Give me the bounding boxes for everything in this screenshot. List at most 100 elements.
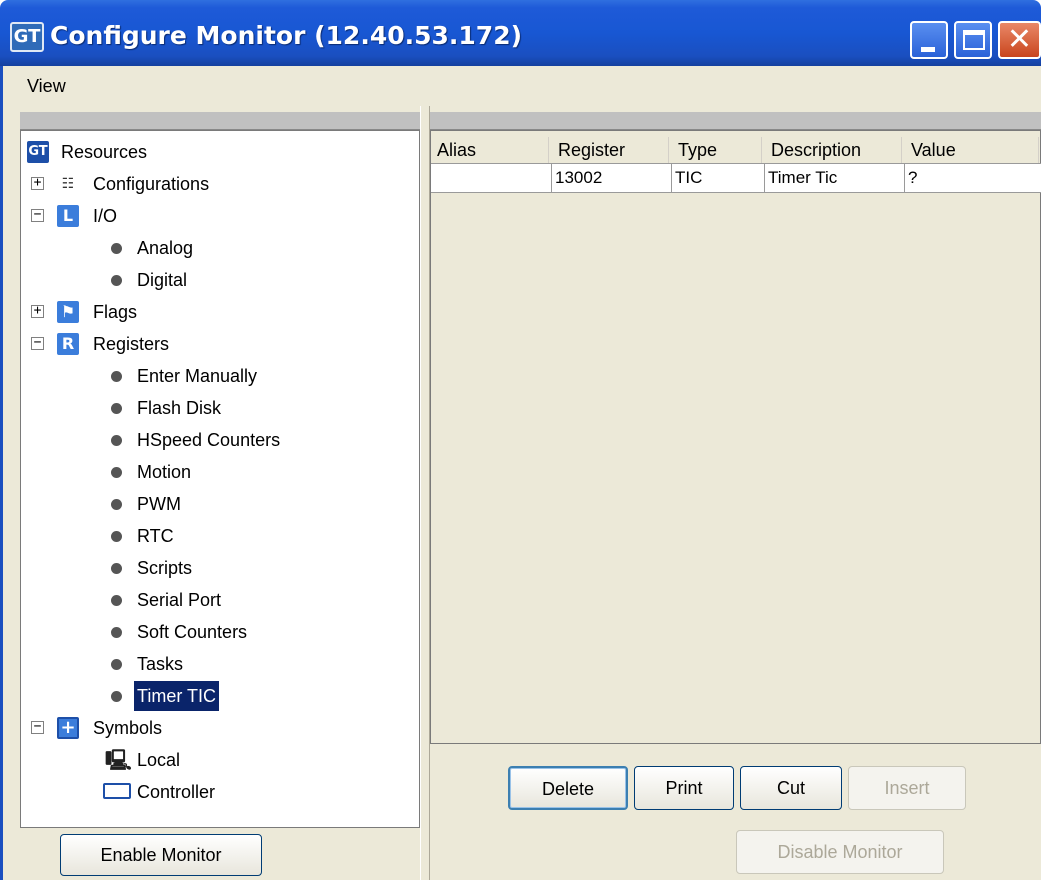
- tree-item-label: RTC: [137, 526, 174, 546]
- bullet-icon: [111, 467, 122, 478]
- bullet-icon: [111, 595, 122, 606]
- menu-bar: View: [0, 66, 1041, 106]
- bullet-icon: [111, 435, 122, 446]
- cell-description[interactable]: Timer Tic: [765, 164, 905, 192]
- enable-monitor-button[interactable]: Enable Monitor: [60, 834, 262, 876]
- panel-splitter[interactable]: [420, 106, 430, 880]
- bullet-icon: [111, 403, 122, 414]
- window-title: Configure Monitor (12.40.53.172): [50, 21, 523, 50]
- io-icon: L: [57, 205, 79, 227]
- print-button[interactable]: Print: [634, 766, 734, 810]
- cell-type[interactable]: TIC: [672, 164, 765, 192]
- bullet-icon: [111, 691, 122, 702]
- bullet-icon: [111, 659, 122, 670]
- cell-value[interactable]: ?: [905, 164, 1040, 192]
- tree-item-rtc[interactable]: RTC: [27, 521, 327, 551]
- tree-item-enter-manually[interactable]: Enter Manually: [27, 361, 327, 391]
- tree-item-label: Flags: [93, 302, 138, 322]
- tree-item-digital[interactable]: Digital: [27, 265, 327, 295]
- tree-item-label: Controller: [137, 782, 216, 802]
- maximize-button[interactable]: [954, 21, 992, 59]
- close-icon: ✕: [1006, 22, 1033, 57]
- tree-item-analog[interactable]: Analog: [27, 233, 327, 263]
- title-bar[interactable]: GT Configure Monitor (12.40.53.172) ✕: [0, 0, 1041, 66]
- tree-item-local[interactable]: 🖳 Local: [27, 745, 327, 775]
- tree-item-registers[interactable]: − R Registers: [27, 329, 327, 359]
- flag-icon: ⚑: [57, 301, 79, 323]
- controller-icon: [103, 783, 131, 799]
- tree-item-label: Enter Manually: [137, 366, 258, 386]
- tree-item-flags[interactable]: + ⚑ Flags: [27, 297, 327, 327]
- tree-item-label: Soft Counters: [137, 622, 248, 642]
- tree-item-label: Digital: [137, 270, 188, 290]
- tree-item-hspeed-counters[interactable]: HSpeed Counters: [27, 425, 327, 455]
- bullet-icon: [111, 371, 122, 382]
- tree-item-motion[interactable]: Motion: [27, 457, 327, 487]
- bullet-icon: [111, 563, 122, 574]
- tree-item-symbols[interactable]: − + Symbols: [27, 713, 327, 743]
- table-header-strip: [430, 112, 1041, 130]
- collapse-icon[interactable]: −: [31, 336, 44, 350]
- collapse-icon[interactable]: −: [31, 720, 44, 734]
- bullet-icon: [111, 243, 122, 254]
- configurations-icon: ☷: [57, 173, 79, 195]
- bullet-icon: [111, 627, 122, 638]
- bullet-icon: [111, 531, 122, 542]
- tree-item-label: Symbols: [93, 718, 163, 738]
- tree-item-label: Flash Disk: [137, 398, 222, 418]
- registers-icon: R: [57, 333, 79, 355]
- tree-item-pwm[interactable]: PWM: [27, 489, 327, 519]
- register-table[interactable]: Alias Register Type Description Value 13…: [430, 130, 1041, 744]
- expand-icon[interactable]: +: [31, 176, 44, 190]
- expand-icon[interactable]: +: [31, 304, 44, 318]
- tree-item-scripts[interactable]: Scripts: [27, 553, 327, 583]
- tree-item-label-selected: Timer TIC: [134, 681, 219, 711]
- tree-item-label: Tasks: [137, 654, 184, 674]
- tree-item-tasks[interactable]: Tasks: [27, 649, 327, 679]
- insert-button[interactable]: Insert: [848, 766, 966, 810]
- tree-item-label: HSpeed Counters: [137, 430, 281, 450]
- table-row[interactable]: 13002 TIC Timer Tic ?: [431, 163, 1041, 193]
- symbols-icon: +: [57, 717, 79, 739]
- menu-view[interactable]: View: [27, 76, 66, 97]
- table-header: Alias Register Type Description Value: [431, 137, 1041, 163]
- tree-item-configurations[interactable]: + ☷ Configurations: [27, 169, 327, 199]
- close-button[interactable]: ✕: [998, 21, 1041, 59]
- column-header-description[interactable]: Description: [765, 137, 902, 163]
- collapse-icon[interactable]: −: [31, 208, 44, 222]
- computer-icon: 🖳: [105, 748, 132, 772]
- tree-item-label: Analog: [137, 238, 194, 258]
- bullet-icon: [111, 499, 122, 510]
- column-header-register[interactable]: Register: [552, 137, 669, 163]
- tree-item-resources[interactable]: GT Resources: [27, 137, 327, 167]
- tree-item-soft-counters[interactable]: Soft Counters: [27, 617, 327, 647]
- delete-button[interactable]: Delete: [508, 766, 628, 810]
- tree-item-label: Local: [137, 750, 181, 770]
- minimize-button[interactable]: [910, 21, 948, 59]
- tree-item-label: PWM: [137, 494, 181, 514]
- tree-item-label: Serial Port: [137, 590, 222, 610]
- tree-item-label: I/O: [93, 206, 118, 226]
- tree-item-timer-tic[interactable]: Timer TIC: [27, 681, 327, 711]
- column-header-type[interactable]: Type: [672, 137, 762, 163]
- app-logo-icon: GT: [10, 22, 44, 52]
- tree-item-flash-disk[interactable]: Flash Disk: [27, 393, 327, 423]
- bullet-icon: [111, 275, 122, 286]
- tree-header-strip: [20, 112, 420, 130]
- tree-item-label: Registers: [93, 334, 170, 354]
- tree-item-label: Motion: [137, 462, 192, 482]
- cell-register[interactable]: 13002: [552, 164, 672, 192]
- column-header-value[interactable]: Value: [905, 137, 1039, 163]
- tree-item-controller[interactable]: Controller: [27, 777, 327, 807]
- cut-button[interactable]: Cut: [740, 766, 842, 810]
- cell-alias[interactable]: [431, 164, 552, 192]
- tree-item-serial-port[interactable]: Serial Port: [27, 585, 327, 615]
- tree-item-label: Scripts: [137, 558, 193, 578]
- gt-logo-icon: GT: [27, 141, 49, 163]
- tree-item-label: Resources: [61, 142, 148, 162]
- disable-monitor-button[interactable]: Disable Monitor: [736, 830, 944, 874]
- tree-item-io[interactable]: − L I/O: [27, 201, 327, 231]
- resource-tree[interactable]: GT Resources + ☷ Configurations − L I/O …: [20, 130, 420, 828]
- minimize-icon: [921, 47, 935, 52]
- column-header-alias[interactable]: Alias: [431, 137, 549, 163]
